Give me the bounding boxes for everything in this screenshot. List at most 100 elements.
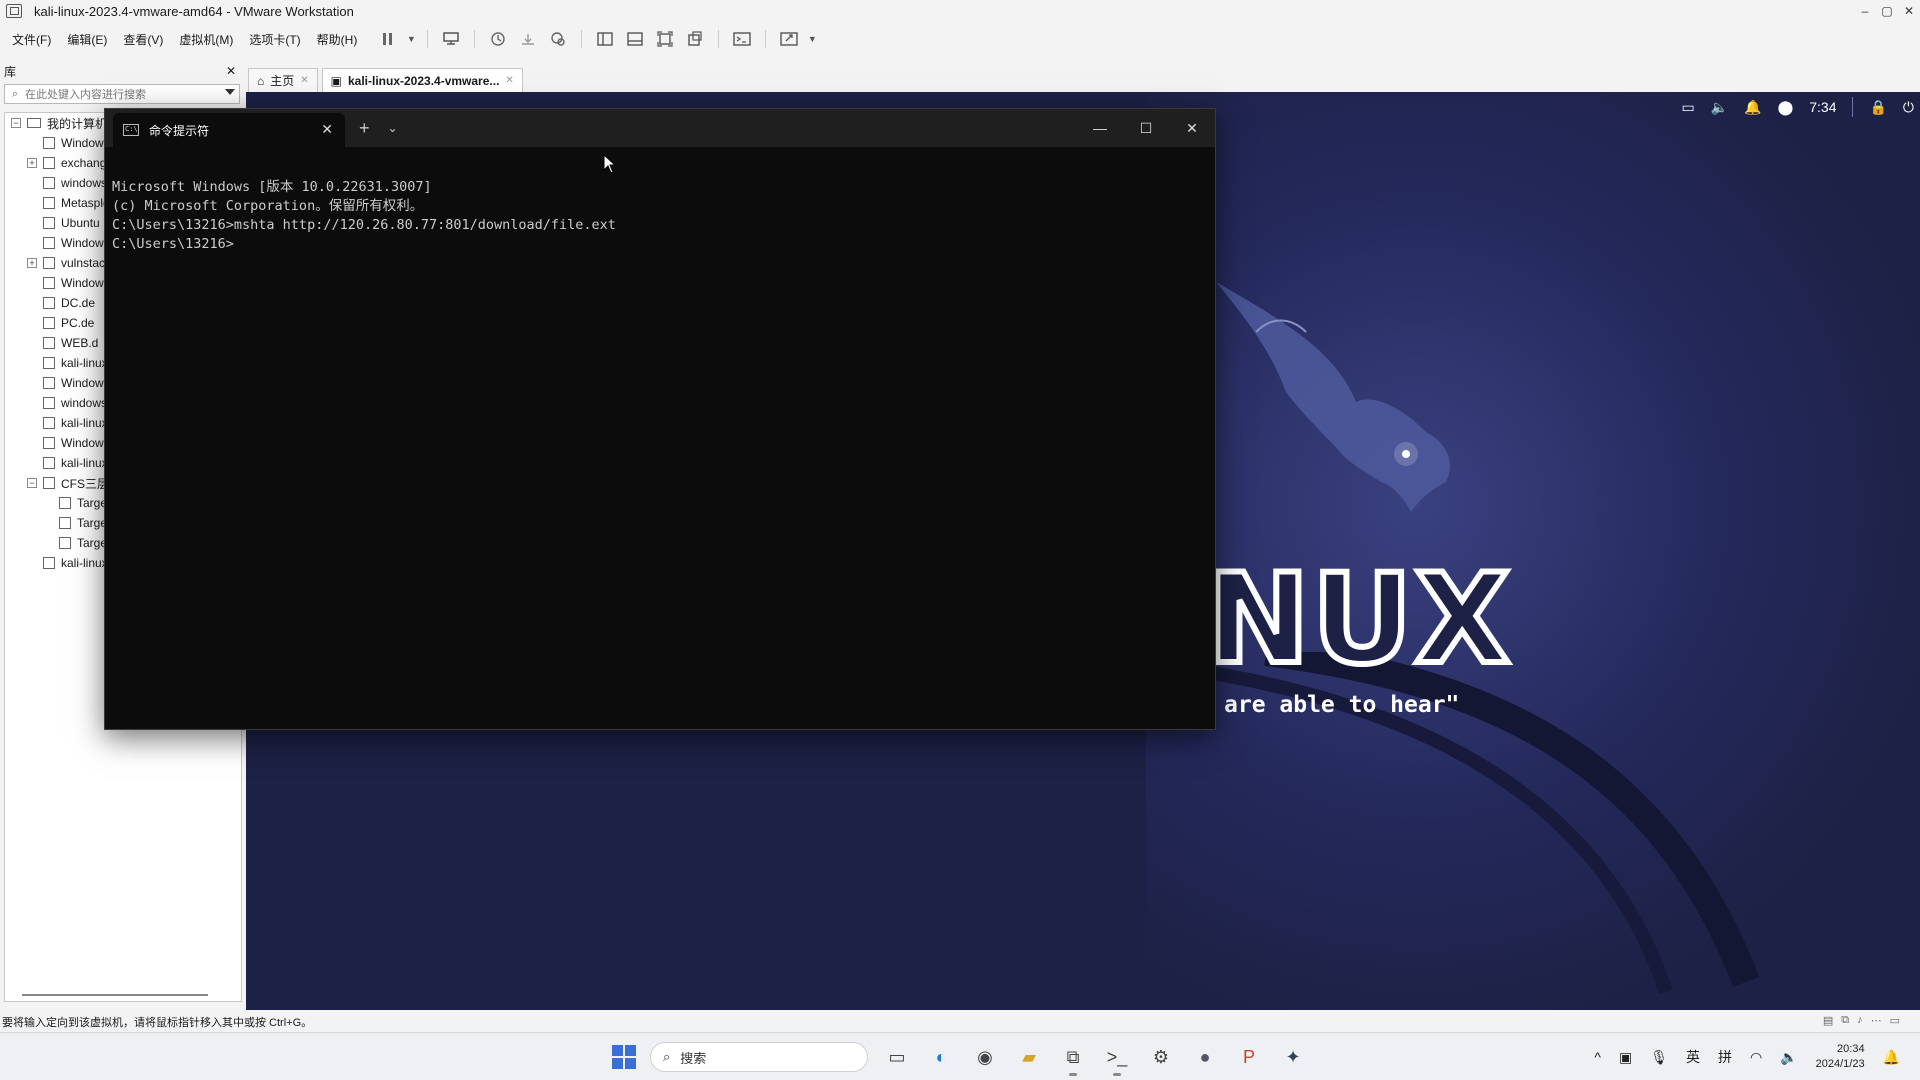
snapshot-icon[interactable]: [485, 28, 511, 50]
vm-icon: [43, 217, 55, 229]
close-icon[interactable]: ✕: [505, 75, 513, 86]
expand-icon[interactable]: +: [27, 158, 37, 168]
terminal-minimize-button[interactable]: —: [1077, 109, 1123, 147]
status-message: 要将输入定向到该虚拟机，请将鼠标指针移入其中或按 Ctrl+G。: [2, 1017, 313, 1029]
clock-date: 2024/1/23: [1815, 1058, 1865, 1070]
device-icons: ▤ ⧉ ♪ ⋯ ▭: [1823, 1014, 1900, 1027]
notification-bell-icon[interactable]: 🔔: [1744, 99, 1761, 116]
sound-card-icon[interactable]: ♪: [1857, 1014, 1863, 1027]
show-hidden-icons-icon[interactable]: ^: [1594, 1049, 1601, 1065]
expand-icon[interactable]: +: [27, 258, 37, 268]
vm-icon: [43, 157, 55, 169]
windows-logo-pane: [625, 1058, 636, 1069]
vm-icon: [43, 297, 55, 309]
send-ctrl-alt-del-icon[interactable]: [438, 28, 464, 50]
snapshot-manager-icon[interactable]: [545, 28, 571, 50]
vm-icon: [43, 557, 55, 569]
toolbar: ▼ ▼: [375, 28, 818, 50]
maximize-button[interactable]: ▢: [1876, 0, 1898, 22]
power-icon[interactable]: ⏻: [1903, 99, 1914, 116]
vmware-taskbar-icon[interactable]: ⧉: [1058, 1042, 1088, 1076]
console-line: (c) Microsoft Corporation。保留所有权利。: [112, 198, 424, 214]
settings-app-icon[interactable]: ⚙: [1146, 1042, 1176, 1072]
notification-icon[interactable]: 🔔: [1883, 1049, 1900, 1066]
vm-icon: [59, 517, 71, 529]
wifi-icon[interactable]: ◠: [1750, 1049, 1762, 1066]
ime-mode[interactable]: 拼: [1718, 1047, 1732, 1067]
vm-icon: [43, 457, 55, 469]
powerpoint-icon[interactable]: P: [1234, 1042, 1264, 1072]
start-button[interactable]: [612, 1045, 636, 1069]
menu-vm[interactable]: 虚拟机(M): [171, 31, 241, 48]
home-icon: ⌂: [257, 73, 265, 88]
terminal-tab[interactable]: C:\ 命令提示符 ✕: [113, 113, 345, 147]
vm-icon: [59, 497, 71, 509]
console-prompt: C:\Users\13216>: [112, 236, 234, 252]
chrome-icon[interactable]: ◉: [970, 1042, 1000, 1072]
full-screen-icon[interactable]: [652, 28, 678, 50]
collapse-icon[interactable]: −: [27, 478, 37, 488]
library-search-input[interactable]: ⌕ 在此处键入内容进行搜索: [4, 84, 240, 104]
stretch-dropdown-icon[interactable]: ▼: [806, 28, 818, 50]
network-adapter-icon[interactable]: ⧉: [1841, 1014, 1849, 1027]
console-output[interactable]: Microsoft Windows [版本 10.0.22631.3007] (c…: [105, 147, 1215, 304]
usb-icon[interactable]: ⋯: [1871, 1014, 1882, 1027]
ime-language[interactable]: 英: [1686, 1047, 1700, 1067]
hard-disk-icon[interactable]: ▤: [1823, 1014, 1833, 1027]
close-icon[interactable]: ✕: [300, 75, 308, 86]
app-star-icon[interactable]: ✦: [1278, 1042, 1308, 1072]
close-button[interactable]: ✕: [1898, 0, 1920, 22]
speaker-icon[interactable]: 🔈: [1780, 1049, 1797, 1066]
pause-icon[interactable]: [375, 28, 401, 50]
vm-icon: [43, 237, 55, 249]
terminal-close-button[interactable]: ✕: [1169, 109, 1215, 147]
volume-icon[interactable]: 🔈: [1711, 99, 1728, 116]
tree-item-label: windows: [61, 396, 108, 410]
minimize-button[interactable]: –: [1854, 0, 1876, 22]
collapse-icon[interactable]: −: [11, 118, 21, 128]
app-circle-icon[interactable]: ●: [1190, 1042, 1220, 1072]
library-search-placeholder: 在此处键入内容进行搜索: [25, 89, 146, 101]
screen-icon[interactable]: ▭: [1681, 99, 1694, 116]
pause-dropdown-icon[interactable]: ▼: [405, 28, 417, 50]
unity-icon[interactable]: [682, 28, 708, 50]
tab-kali-vm[interactable]: ▣ kali-linux-2023.4-vmware... ✕: [321, 68, 523, 92]
revert-snapshot-icon[interactable]: [515, 28, 541, 50]
taskbar-clock[interactable]: 20:34 2024/1/23: [1816, 1042, 1865, 1072]
computer-icon: [27, 118, 41, 128]
terminal-maximize-button[interactable]: ☐: [1123, 109, 1169, 147]
console-view-icon[interactable]: [729, 28, 755, 50]
close-icon[interactable]: ✕: [321, 121, 333, 138]
new-tab-button[interactable]: +: [359, 118, 370, 139]
menu-file[interactable]: 文件(F): [0, 31, 59, 48]
show-library-icon[interactable]: [592, 28, 618, 50]
thumbnail-bar-icon[interactable]: [622, 28, 648, 50]
command-prompt-window[interactable]: C:\ 命令提示符 ✕ + ⌄ — ☐ ✕ Microsoft Windows …: [104, 108, 1216, 730]
menu-tabs[interactable]: 选项卡(T): [241, 31, 308, 48]
library-close-icon[interactable]: ✕: [226, 64, 236, 78]
terminal-taskbar-icon[interactable]: >_: [1102, 1042, 1132, 1076]
chevron-down-icon[interactable]: [225, 89, 235, 95]
stretch-guest-icon[interactable]: [776, 28, 802, 50]
network-icon[interactable]: ⬤: [1778, 99, 1794, 116]
menu-help[interactable]: 帮助(H): [309, 31, 366, 48]
message-icon[interactable]: ▭: [1890, 1014, 1900, 1027]
toolbar-divider: [765, 30, 767, 48]
edge-browser-icon[interactable]: ◐: [926, 1042, 956, 1072]
tray-app-icon[interactable]: ▣: [1619, 1049, 1632, 1066]
menu-view[interactable]: 查看(V): [115, 31, 171, 48]
guest-clock[interactable]: 7:34: [1809, 99, 1836, 115]
microphone-icon[interactable]: 🎙: [1650, 1049, 1668, 1066]
task-view-icon[interactable]: ▭: [882, 1042, 912, 1072]
chevron-down-icon[interactable]: ⌄: [388, 121, 398, 135]
tree-item-label: Windows: [61, 236, 110, 250]
file-explorer-icon[interactable]: ▰: [1014, 1042, 1044, 1072]
horizontal-scrollbar[interactable]: [22, 994, 208, 996]
vm-icon: ▣: [330, 73, 342, 88]
vm-icon: [43, 177, 55, 189]
menu-edit[interactable]: 编辑(E): [59, 31, 115, 48]
tab-home[interactable]: ⌂ 主页 ✕: [248, 68, 318, 92]
taskbar-search[interactable]: ⌕ 搜索: [650, 1042, 868, 1072]
vm-icon: [43, 317, 55, 329]
lock-icon[interactable]: 🔒: [1869, 99, 1886, 116]
